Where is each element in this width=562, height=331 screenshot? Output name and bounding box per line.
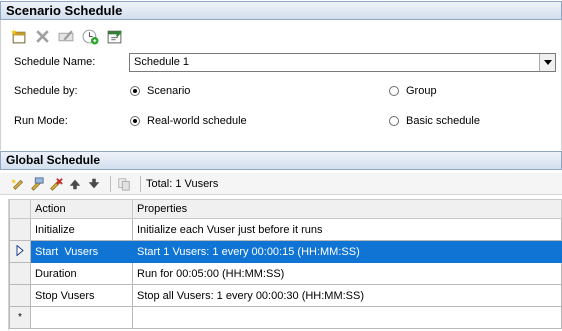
schedule-name-value: Schedule 1 <box>134 56 190 68</box>
global-schedule-toolbar: Total: 1 Vusers <box>0 173 562 195</box>
radio-label: Real-world schedule <box>147 115 247 127</box>
row-selector[interactable] <box>9 240 31 263</box>
action-cell[interactable] <box>30 306 133 329</box>
chevron-down-icon[interactable] <box>539 54 555 71</box>
global-schedule-grid: Action Properties Initialize Initialize … <box>9 199 562 329</box>
toolbar-separator <box>140 175 141 192</box>
copy-icon[interactable] <box>116 174 132 194</box>
row-selector[interactable] <box>9 284 31 307</box>
action-cell[interactable]: Initialize <box>30 218 133 241</box>
properties-cell[interactable]: Run for 00:05:00 (HH:MM:SS) <box>132 262 562 285</box>
radio-unchecked-icon <box>389 86 399 96</box>
move-down-icon[interactable] <box>86 174 102 194</box>
properties-cell[interactable]: Initialize each Vuser just before it run… <box>132 218 562 241</box>
global-schedule-header: Global Schedule <box>0 151 562 170</box>
run-mode-basic-radio[interactable]: Basic schedule <box>389 115 480 127</box>
run-mode-label: Run Mode: <box>14 115 68 127</box>
schedule-name-select[interactable]: Schedule 1 <box>129 53 556 72</box>
table-row[interactable]: Stop Vusers Stop all Vusers: 1 every 00:… <box>9 284 562 307</box>
schedule-by-group-radio[interactable]: Group <box>389 85 437 97</box>
grid-header-row: Action Properties <box>9 199 562 219</box>
table-row[interactable]: Duration Run for 00:05:00 (HH:MM:SS) <box>9 262 562 285</box>
properties-cell[interactable] <box>132 306 562 329</box>
column-header-action[interactable]: Action <box>30 199 133 219</box>
row-selector-header <box>9 199 31 219</box>
grid-left-margin <box>0 199 9 330</box>
add-action-icon[interactable] <box>10 174 26 194</box>
move-up-icon[interactable] <box>67 174 83 194</box>
schedule-name-label: Schedule Name: <box>14 56 96 68</box>
run-mode-real-world-radio[interactable]: Real-world schedule <box>130 115 247 127</box>
column-header-properties[interactable]: Properties <box>132 199 562 219</box>
rename-icon[interactable] <box>56 26 76 46</box>
schedule-by-label: Schedule by: <box>14 85 78 97</box>
table-row[interactable]: Initialize Initialize each Vuser just be… <box>9 218 562 241</box>
scenario-schedule-toolbar <box>0 24 562 48</box>
schedule-by-scenario-radio[interactable]: Scenario <box>130 85 190 97</box>
properties-cell[interactable]: Stop all Vusers: 1 every 00:00:30 (HH:MM… <box>132 284 562 307</box>
radio-unchecked-icon <box>389 116 399 126</box>
action-cell[interactable]: Start Vusers <box>30 240 133 263</box>
new-row[interactable]: * <box>9 306 562 329</box>
radio-checked-icon <box>130 116 140 126</box>
radio-label: Group <box>406 85 437 97</box>
radio-label: Scenario <box>147 85 191 97</box>
schedule-settings-icon[interactable] <box>104 26 124 46</box>
radio-checked-icon <box>130 86 140 96</box>
edit-action-icon[interactable] <box>29 174 45 194</box>
scenario-schedule-header: Scenario Schedule <box>0 1 562 20</box>
properties-cell[interactable]: Start 1 Vusers: 1 every 00:00:15 (HH:MM:… <box>132 240 562 263</box>
radio-label: Basic schedule <box>406 115 480 127</box>
action-cell[interactable]: Duration <box>30 262 133 285</box>
table-row[interactable]: Start Vusers Start 1 Vusers: 1 every 00:… <box>9 240 562 263</box>
current-row-arrow-icon <box>16 243 24 257</box>
row-selector[interactable] <box>9 262 31 285</box>
row-selector[interactable] <box>9 218 31 241</box>
new-row-marker: * <box>9 306 31 329</box>
toolbar-separator <box>110 175 111 192</box>
delete-action-icon[interactable] <box>48 174 64 194</box>
total-vusers-label: Total: 1 Vusers <box>146 177 219 190</box>
action-cell[interactable]: Stop Vusers <box>30 284 133 307</box>
delete-icon[interactable] <box>32 26 52 46</box>
run-time-settings-icon[interactable] <box>80 26 100 46</box>
new-schedule-icon[interactable] <box>8 26 28 46</box>
